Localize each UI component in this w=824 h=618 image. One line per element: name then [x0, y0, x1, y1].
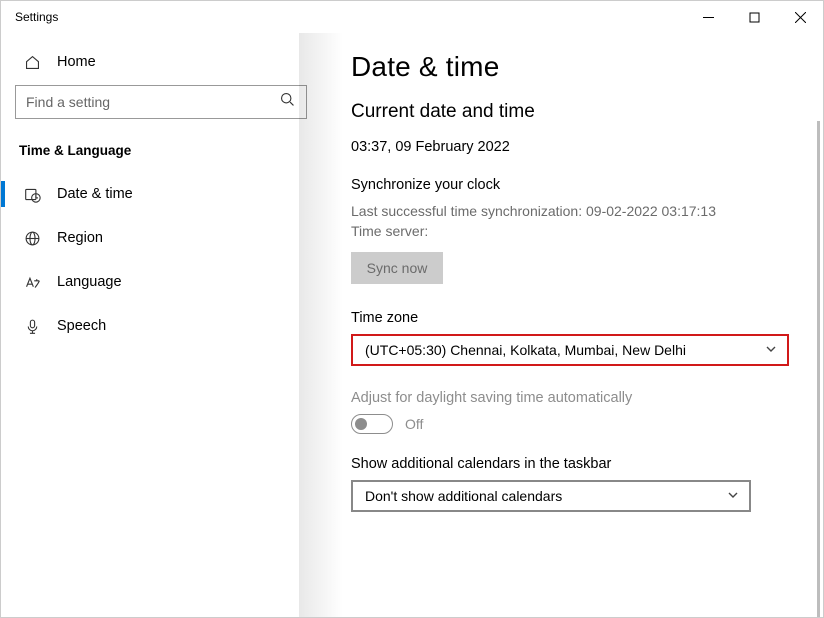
- sidebar-item-language[interactable]: Language: [1, 260, 321, 304]
- sidebar-item-speech[interactable]: Speech: [1, 304, 321, 348]
- current-datetime-value: 03:37, 09 February 2022: [351, 139, 793, 155]
- search-container: [1, 85, 321, 137]
- home-nav[interactable]: Home: [1, 43, 321, 85]
- minimize-button[interactable]: [685, 1, 731, 33]
- dst-toggle-row: Off: [351, 414, 793, 434]
- dst-label: Adjust for daylight saving time automati…: [351, 390, 793, 406]
- window-title: Settings: [15, 10, 58, 24]
- additional-calendars-dropdown[interactable]: Don't show additional calendars: [351, 480, 751, 512]
- current-datetime-heading: Current date and time: [351, 101, 793, 123]
- maximize-button[interactable]: [731, 1, 777, 33]
- dst-toggle[interactable]: [351, 414, 393, 434]
- main-area: Home Time & Language Date & time Region …: [1, 33, 823, 617]
- sidebar-section-title: Time & Language: [1, 137, 321, 172]
- window-controls: [685, 1, 823, 33]
- calendar-clock-icon: [23, 185, 41, 203]
- additional-calendars-value: Don't show additional calendars: [365, 488, 562, 504]
- sidebar-item-label: Date & time: [57, 186, 133, 202]
- dst-toggle-value: Off: [405, 416, 423, 432]
- additional-calendars-label: Show additional calendars in the taskbar: [351, 456, 793, 472]
- microphone-icon: [23, 317, 41, 335]
- sidebar-item-label: Speech: [57, 318, 106, 334]
- last-sync-text: Last successful time synchronization: 09…: [351, 201, 793, 221]
- sidebar-item-label: Region: [57, 230, 103, 246]
- home-icon: [23, 53, 41, 71]
- timezone-value: (UTC+05:30) Chennai, Kolkata, Mumbai, Ne…: [365, 342, 686, 358]
- timezone-dropdown[interactable]: (UTC+05:30) Chennai, Kolkata, Mumbai, Ne…: [351, 334, 789, 366]
- home-label: Home: [57, 54, 96, 70]
- title-bar: Settings: [1, 1, 823, 33]
- search-icon: [279, 91, 296, 113]
- chevron-down-icon: [765, 342, 777, 358]
- sync-now-button[interactable]: Sync now: [351, 252, 443, 284]
- sidebar-item-label: Language: [57, 274, 122, 290]
- sidebar: Home Time & Language Date & time Region …: [1, 33, 321, 617]
- language-icon: [23, 273, 41, 291]
- search-input[interactable]: [26, 94, 279, 110]
- sidebar-nav: Date & time Region Language Speech: [1, 172, 321, 348]
- chevron-down-icon: [727, 488, 739, 504]
- globe-icon: [23, 229, 41, 247]
- search-box[interactable]: [15, 85, 307, 119]
- sidebar-item-region[interactable]: Region: [1, 216, 321, 260]
- close-button[interactable]: [777, 1, 823, 33]
- timezone-label: Time zone: [351, 310, 793, 326]
- sync-clock-heading: Synchronize your clock: [351, 177, 793, 193]
- page-title: Date & time: [351, 51, 793, 83]
- sidebar-item-date-time[interactable]: Date & time: [1, 172, 321, 216]
- time-server-text: Time server:: [351, 221, 793, 241]
- content-pane: Date & time Current date and time 03:37,…: [321, 33, 823, 617]
